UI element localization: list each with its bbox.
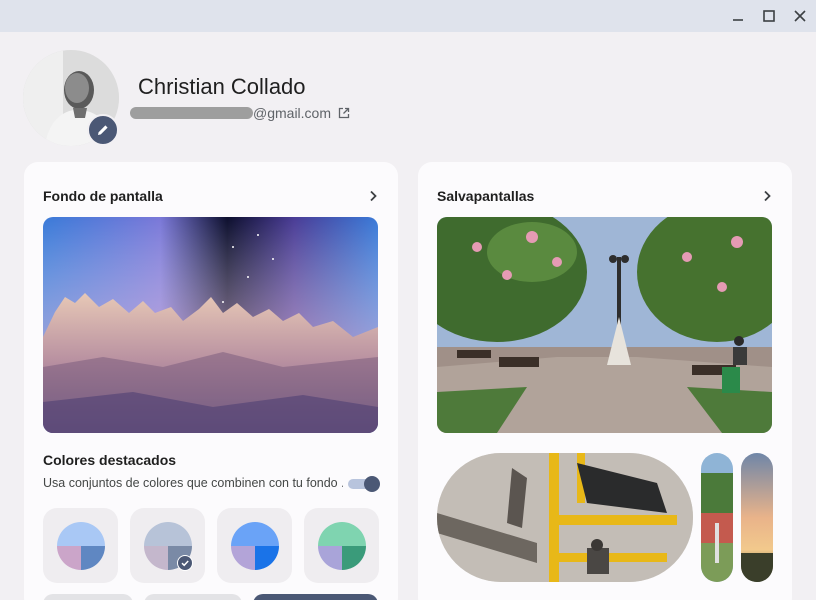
open-in-new-icon[interactable]: [337, 106, 351, 120]
option-chip-selected[interactable]: [253, 594, 378, 600]
title-bar: [0, 0, 816, 32]
option-chip[interactable]: [43, 594, 133, 600]
toggle-knob: [364, 476, 380, 492]
close-button[interactable]: [790, 6, 810, 26]
accent-colors-title: Colores destacados: [43, 452, 177, 468]
screensaver-photo-park[interactable]: [437, 217, 772, 433]
track-photo: [701, 453, 733, 582]
chevron-right-icon[interactable]: [760, 189, 774, 203]
wallpaper-card: Fondo de pantalla Colores destacados Usa…: [24, 162, 398, 600]
color-swatch-circle: [230, 521, 279, 570]
wallpaper-preview[interactable]: [43, 217, 378, 433]
accent-colors-description: Usa conjuntos de colores que combinen co…: [43, 476, 343, 490]
pipes-photo: [437, 453, 693, 582]
email-row[interactable]: @gmail.com: [130, 104, 351, 122]
screensaver-photo-thumb[interactable]: [741, 453, 773, 582]
accent-colors-toggle[interactable]: [348, 475, 380, 493]
color-swatch[interactable]: [43, 508, 118, 583]
color-swatch[interactable]: [304, 508, 379, 583]
wallpaper-image: [43, 217, 378, 433]
user-name: Christian Collado: [138, 74, 306, 99]
profile-avatar-group: [23, 50, 119, 146]
minimize-button[interactable]: [728, 6, 748, 26]
screensaver-photo-pipes[interactable]: [437, 453, 693, 582]
minimize-icon: [733, 19, 743, 21]
screensaver-title: Salvapantallas: [437, 188, 535, 204]
park-photo: [437, 217, 772, 433]
color-swatch-circle: [56, 521, 105, 570]
chevron-right-icon[interactable]: [366, 189, 380, 203]
wallpaper-title: Fondo de pantalla: [43, 188, 163, 204]
email-domain: @gmail.com: [253, 105, 332, 121]
edit-avatar-button[interactable]: [87, 114, 119, 146]
maximize-icon: [763, 10, 775, 22]
color-swatch-selected[interactable]: [130, 508, 205, 583]
pencil-icon: [98, 125, 108, 135]
maximize-button[interactable]: [759, 6, 779, 26]
screensaver-card: Salvapantallas: [418, 162, 792, 600]
close-icon: [794, 10, 806, 22]
screensaver-photo-thumb[interactable]: [701, 453, 733, 582]
email-redacted: [130, 107, 253, 119]
sunset-photo: [741, 453, 773, 582]
selected-check-icon: [177, 555, 193, 571]
option-chip[interactable]: [144, 594, 242, 600]
color-swatch-circle: [317, 521, 366, 570]
color-swatch[interactable]: [217, 508, 292, 583]
